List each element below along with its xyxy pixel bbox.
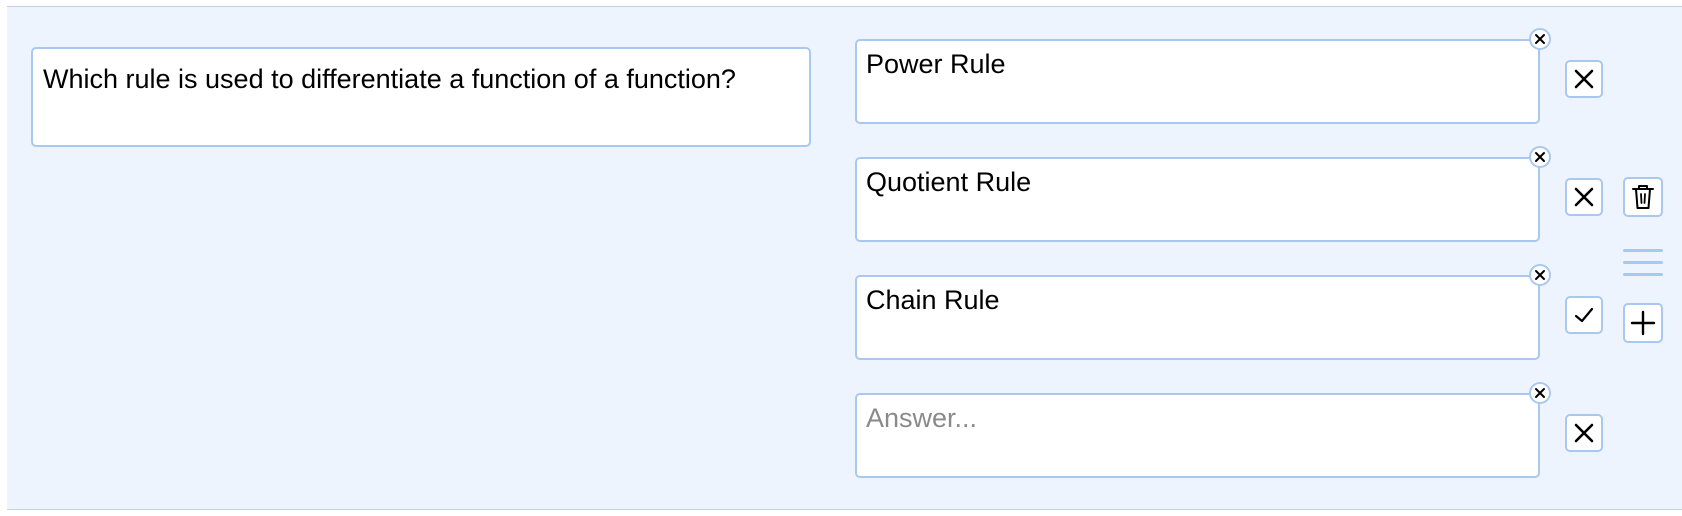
x-icon — [1574, 69, 1594, 89]
answer-placeholder: Answer... — [866, 403, 978, 433]
clear-answer-button[interactable] — [1529, 264, 1551, 286]
x-icon — [1574, 187, 1594, 207]
trash-icon — [1632, 185, 1654, 209]
clear-answer-button[interactable] — [1529, 28, 1551, 50]
answer-text: Chain Rule — [866, 285, 1000, 315]
x-icon — [1574, 423, 1594, 443]
drag-handle-icon[interactable] — [1623, 249, 1663, 283]
mark-incorrect-button[interactable] — [1565, 414, 1603, 452]
mark-incorrect-button[interactable] — [1565, 60, 1603, 98]
delete-question-button[interactable] — [1623, 177, 1663, 217]
close-icon — [1535, 388, 1545, 398]
answer-field-4[interactable]: Answer... — [855, 382, 1551, 478]
question-text: Which rule is used to differentiate a fu… — [43, 64, 736, 94]
clear-answer-button[interactable] — [1529, 382, 1551, 404]
plus-icon — [1630, 310, 1656, 336]
mark-correct-button[interactable] — [1565, 296, 1603, 334]
answer-field-2[interactable]: Quotient Rule — [855, 146, 1551, 242]
question-card: Which rule is used to differentiate a fu… — [7, 6, 1682, 510]
close-icon — [1535, 34, 1545, 44]
check-icon — [1574, 307, 1594, 323]
mark-incorrect-button[interactable] — [1565, 178, 1603, 216]
add-answer-button[interactable] — [1623, 303, 1663, 343]
close-icon — [1535, 270, 1545, 280]
answer-text: Power Rule — [866, 49, 1006, 79]
question-field[interactable]: Which rule is used to differentiate a fu… — [31, 47, 811, 147]
answer-field-3[interactable]: Chain Rule — [855, 264, 1551, 360]
answer-text: Quotient Rule — [866, 167, 1032, 197]
clear-answer-button[interactable] — [1529, 146, 1551, 168]
close-icon — [1535, 152, 1545, 162]
answer-field-1[interactable]: Power Rule — [855, 28, 1551, 124]
